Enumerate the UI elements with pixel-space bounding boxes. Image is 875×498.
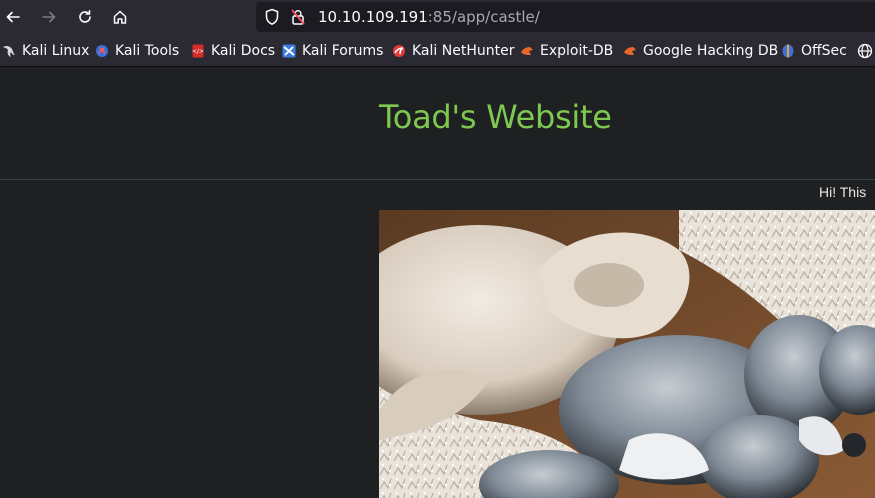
mushrooms-photo xyxy=(379,210,875,498)
bookmark-kali-linux[interactable]: Kali Linux xyxy=(2,42,89,60)
greeting-text: Hi! This xyxy=(819,184,867,200)
bookmark-label: Kali Linux xyxy=(22,43,90,59)
more-bookmarks-button[interactable] xyxy=(857,42,875,60)
globe-icon xyxy=(857,43,873,59)
bookmark-kali-nethunter[interactable]: Kali NetHunter xyxy=(392,42,514,60)
site-title: Toad's Website xyxy=(379,98,612,136)
bookmark-label: Kali NetHunter xyxy=(412,43,515,59)
url-text[interactable]: 10.10.109.191:85/app/castle/ xyxy=(318,8,540,26)
bookmark-label: Google Hacking DB xyxy=(643,43,779,59)
reload-icon xyxy=(79,10,91,23)
reload-button[interactable] xyxy=(72,4,98,30)
bookmark-exploit-db[interactable]: Exploit-DB xyxy=(520,42,613,60)
back-button[interactable] xyxy=(0,4,26,30)
arrow-left-icon xyxy=(6,11,20,23)
bookmark-kali-forums[interactable]: Kali Forums xyxy=(282,42,383,60)
kali-tools-icon xyxy=(96,45,108,57)
bookmark-label: OffSec xyxy=(801,43,847,59)
bookmark-label: Kali Tools xyxy=(115,43,180,59)
bookmark-label: Exploit-DB xyxy=(540,43,614,59)
bookmark-kali-docs[interactable]: </> Kali Docs xyxy=(191,42,275,60)
insecure-lock-icon[interactable] xyxy=(290,8,306,30)
bookmark-label: Kali Docs xyxy=(211,43,276,59)
exploit-db-icon xyxy=(521,47,533,55)
kali-nethunter-icon xyxy=(393,45,405,57)
mushrooms-image xyxy=(379,210,875,498)
svg-text:</>: </> xyxy=(192,48,204,55)
home-button[interactable] xyxy=(107,4,133,30)
web-page: Toad's Website Hi! This xyxy=(0,67,875,498)
header-divider xyxy=(0,179,875,180)
bookmarks-toolbar: Kali Linux Kali Tools </> Kali Docs Kali… xyxy=(0,34,875,67)
bookmark-offsec[interactable]: OffSec xyxy=(781,42,847,60)
arrow-right-icon xyxy=(42,11,56,23)
url-path: :85/app/castle/ xyxy=(427,8,540,26)
bookmark-google-hacking-db[interactable]: Google Hacking DB xyxy=(623,42,778,60)
bookmark-kali-tools[interactable]: Kali Tools xyxy=(95,42,179,60)
url-host: 10.10.109.191 xyxy=(318,8,428,26)
offsec-icon xyxy=(782,44,794,58)
ghdb-icon xyxy=(624,47,636,55)
kali-forums-icon xyxy=(282,44,296,58)
kali-docs-icon: </> xyxy=(192,44,204,58)
kali-dragon-icon xyxy=(3,45,15,57)
tracking-protection-shield-icon[interactable] xyxy=(264,8,280,30)
browser-toolbar: 10.10.109.191:85/app/castle/ xyxy=(0,0,875,34)
forward-button[interactable] xyxy=(36,4,62,30)
home-icon xyxy=(113,10,127,24)
bookmark-label: Kali Forums xyxy=(302,43,384,59)
url-bar[interactable]: 10.10.109.191:85/app/castle/ xyxy=(256,2,875,32)
